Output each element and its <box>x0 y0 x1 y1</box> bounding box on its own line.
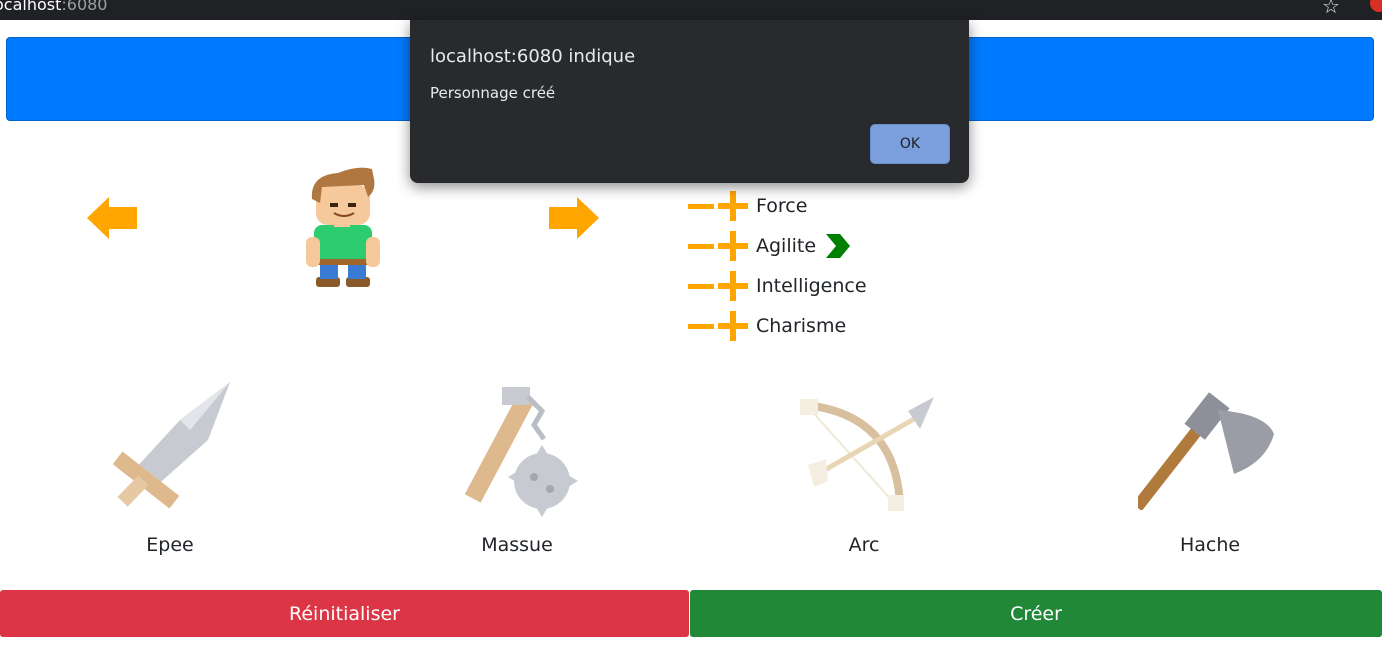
address-host: ocalhost <box>0 0 62 14</box>
character-avatar-icon <box>306 167 380 287</box>
next-character-arrow-icon[interactable] <box>549 197 599 239</box>
stat-row-agilite: Agilite <box>688 231 851 261</box>
dialog-message: Personnage créé <box>430 84 556 102</box>
extension-icon[interactable] <box>1370 0 1382 12</box>
increase-charisme-button[interactable] <box>718 311 748 341</box>
increase-agilite-button[interactable] <box>718 231 748 261</box>
weapon-label-arc: Arc <box>848 534 880 556</box>
ok-button[interactable]: OK <box>870 124 950 164</box>
stat-row-force: Force <box>688 191 807 221</box>
decrease-charisme-button[interactable] <box>688 323 714 329</box>
stat-label-charisme: Charisme <box>756 315 847 337</box>
stat-label-agilite: Agilite <box>756 235 817 257</box>
decrease-agilite-button[interactable] <box>688 243 714 249</box>
sword-icon[interactable] <box>104 380 234 520</box>
weapon-label-hache: Hache <box>1179 534 1241 556</box>
stat-label-intelligence: Intelligence <box>756 275 867 297</box>
address-bar[interactable]: ocalhost:6080 <box>0 0 107 14</box>
mace-icon[interactable] <box>450 385 580 520</box>
stat-row-charisme: Charisme <box>688 311 846 341</box>
axe-icon[interactable] <box>1138 390 1278 510</box>
decrease-force-button[interactable] <box>688 203 714 209</box>
increase-intelligence-button[interactable] <box>718 271 748 301</box>
decrease-intelligence-button[interactable] <box>688 283 714 289</box>
browser-toolbar: ocalhost:6080 ☆ <box>0 0 1382 20</box>
stat-label-force: Force <box>756 195 808 217</box>
weapon-label-epee: Epee <box>146 534 194 556</box>
stat-row-intelligence: Intelligence <box>688 271 867 301</box>
address-port: :6080 <box>61 0 108 14</box>
reset-button[interactable]: Réinitialiser <box>0 590 689 637</box>
alert-dialog: localhost:6080 indique Personnage créé O… <box>410 20 969 183</box>
increase-force-button[interactable] <box>718 191 748 221</box>
bookmark-star-icon[interactable]: ☆ <box>1322 0 1340 18</box>
dialog-title: localhost:6080 indique <box>430 46 636 67</box>
create-button[interactable]: Créer <box>690 590 1382 637</box>
weapon-label-massue: Massue <box>481 534 553 556</box>
bow-icon[interactable] <box>796 395 936 515</box>
previous-character-arrow-icon[interactable] <box>87 197 137 239</box>
selected-chevron-icon <box>826 234 851 258</box>
